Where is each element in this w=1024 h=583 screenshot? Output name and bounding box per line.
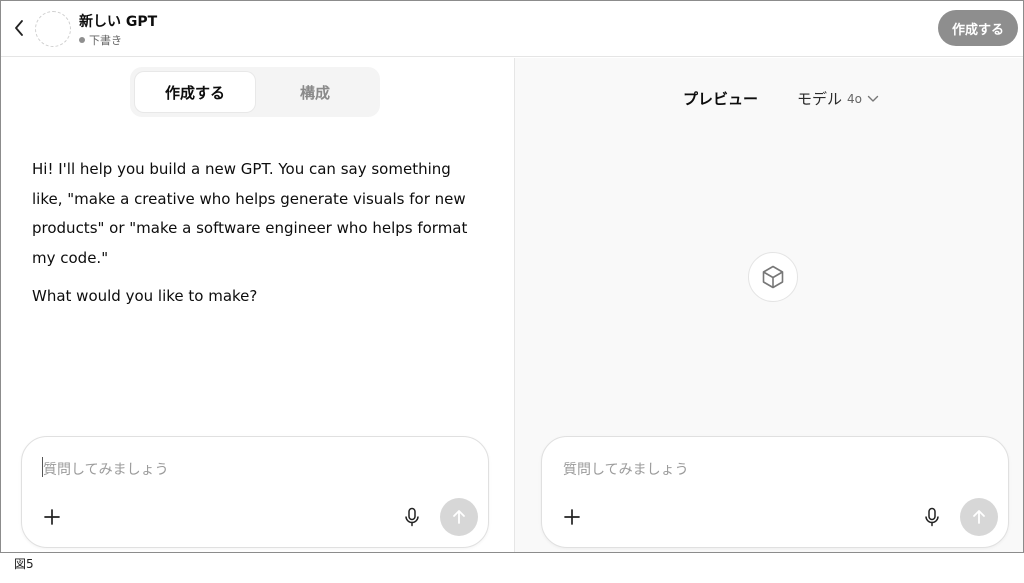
builder-panel: 作成する 構成 Hi! I'll help you build a new GP… xyxy=(1,58,513,552)
plus-icon xyxy=(564,509,580,525)
composer-input[interactable]: 質問してみましょう xyxy=(563,459,689,479)
gpt-title: 新しい GPT xyxy=(79,14,158,30)
voice-input-button[interactable] xyxy=(920,505,944,529)
chevron-left-icon xyxy=(15,20,23,36)
builder-composer[interactable]: 質問してみましょう xyxy=(21,436,489,548)
preview-composer[interactable]: 質問してみましょう xyxy=(541,436,1009,548)
chevron-down-icon xyxy=(867,95,879,102)
arrow-up-icon xyxy=(453,510,465,524)
composer-input[interactable]: 質問してみましょう xyxy=(43,459,169,479)
attach-button[interactable] xyxy=(560,505,584,529)
figure-caption: 図5 xyxy=(14,557,34,571)
voice-input-button[interactable] xyxy=(400,505,424,529)
message-paragraph: What would you like to make? xyxy=(32,287,258,305)
arrow-up-icon xyxy=(973,510,985,524)
tab-create[interactable]: 作成する xyxy=(135,72,255,112)
attach-button[interactable] xyxy=(40,505,64,529)
header: 新しい GPT 下書き 作成する xyxy=(1,1,1023,57)
back-button[interactable] xyxy=(9,15,29,41)
status-label: 下書き xyxy=(89,34,122,47)
gpt-avatar-placeholder[interactable] xyxy=(35,11,71,47)
status-dot-icon xyxy=(79,37,85,43)
preview-panel: プレビュー モデル 4o 質問してみましょう xyxy=(514,58,1023,552)
create-button[interactable]: 作成する xyxy=(938,10,1018,46)
microphone-icon xyxy=(925,507,939,527)
gpt-placeholder-icon-wrap xyxy=(748,252,798,302)
plus-icon xyxy=(44,509,60,525)
send-button[interactable] xyxy=(440,498,478,536)
app-window: 新しい GPT 下書き 作成する 作成する 構成 Hi! I'll help y… xyxy=(0,0,1024,553)
microphone-icon xyxy=(405,507,419,527)
builder-tabs: 作成する 構成 xyxy=(130,67,380,117)
model-selector[interactable]: モデル 4o xyxy=(797,88,879,109)
tab-configure[interactable]: 構成 xyxy=(255,72,375,112)
message-paragraph: Hi! I'll help you build a new GPT. You c… xyxy=(32,160,468,267)
assistant-message: Hi! I'll help you build a new GPT. You c… xyxy=(32,155,482,312)
cube-icon xyxy=(762,265,784,289)
draft-status: 下書き xyxy=(79,32,122,48)
send-button[interactable] xyxy=(960,498,998,536)
model-version: 4o xyxy=(847,91,862,106)
preview-title: プレビュー xyxy=(683,90,759,108)
model-label: モデル xyxy=(797,90,843,108)
